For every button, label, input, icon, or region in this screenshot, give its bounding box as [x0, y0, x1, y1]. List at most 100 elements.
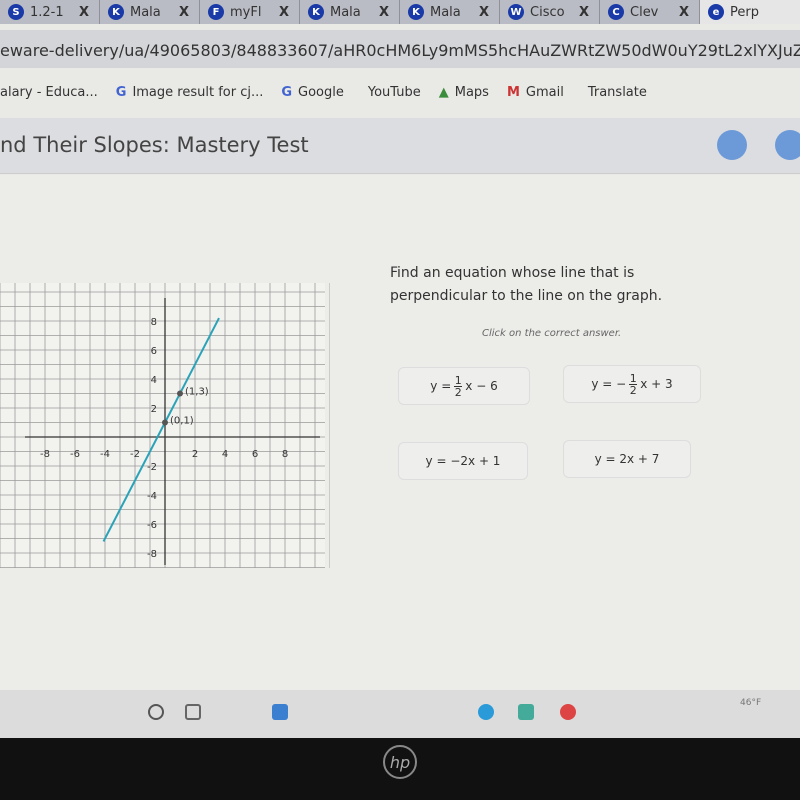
- browser-tab[interactable]: K Mala X: [300, 0, 400, 24]
- answer-option-c[interactable]: y = −2x + 1: [398, 442, 528, 480]
- close-tab-icon[interactable]: X: [679, 5, 689, 20]
- task-view-icon[interactable]: [185, 704, 201, 720]
- tab-favicon-icon: K: [308, 4, 324, 20]
- tab-favicon-icon: F: [208, 4, 224, 20]
- tab-favicon-icon: W: [508, 4, 524, 20]
- eq-prefix: y = −: [591, 377, 627, 391]
- answer-option-b[interactable]: y = − 12 x + 3: [563, 365, 701, 403]
- bookmark-item[interactable]: M Gmail: [507, 85, 564, 100]
- x-tick-label: 4: [222, 449, 228, 460]
- browser-tab[interactable]: C Clev X: [600, 0, 700, 24]
- answer-option-a[interactable]: y = 12 x − 6: [398, 367, 530, 405]
- bookmark-item[interactable]: G Google: [281, 85, 344, 100]
- tab-label: Mala: [330, 4, 361, 20]
- answer-option-d[interactable]: y = 2x + 7: [563, 440, 691, 478]
- question-text: Find an equation whose line that is perp…: [390, 265, 663, 304]
- bookmark-label: Image result for cj...: [132, 84, 264, 100]
- y-tick-label: 8: [151, 317, 157, 328]
- page-title: nd Their Slopes: Mastery Test: [0, 133, 309, 157]
- nav-button[interactable]: [717, 130, 747, 160]
- data-point: [162, 419, 168, 426]
- denominator: 2: [629, 383, 637, 397]
- eq-text: y = 2x + 7: [594, 452, 660, 466]
- nav-button[interactable]: [775, 130, 800, 160]
- tab-label: Cisco: [530, 4, 565, 20]
- data-point: [177, 390, 183, 397]
- app-icon[interactable]: [518, 704, 534, 720]
- y-tick-label: 6: [151, 346, 157, 357]
- bookmark-item[interactable]: G Image result for cj...: [116, 85, 264, 100]
- browser-tab[interactable]: W Cisco X: [500, 0, 600, 24]
- url-text: eware-delivery/ua/49065803/848833607/aHR…: [0, 41, 800, 60]
- search-icon[interactable]: [148, 704, 164, 720]
- app-icon[interactable]: [272, 704, 288, 720]
- point-label: (0,1): [170, 416, 194, 427]
- weather-temperature: 46°F: [740, 698, 762, 708]
- denominator: 2: [454, 385, 462, 399]
- fraction: 12: [454, 373, 463, 399]
- browser-tab[interactable]: FmyFl X: [200, 0, 300, 24]
- y-tick-label: 2: [151, 404, 157, 415]
- google-icon: G: [115, 84, 127, 100]
- point-label: (1,3): [185, 387, 209, 398]
- eq-text: y = −2x + 1: [425, 454, 501, 468]
- tab-label: 1.2-1: [30, 4, 64, 20]
- close-tab-icon[interactable]: X: [279, 5, 289, 20]
- y-tick-label: -2: [147, 462, 157, 473]
- screen: S 1.2-1 X K Mala X FmyFl X K Mala X K Mala X W Cisco X C C…: [0, 0, 800, 738]
- tab-favicon-icon: S: [8, 4, 24, 20]
- eq-suffix: x + 3: [640, 377, 673, 391]
- x-tick-label: -2: [130, 449, 140, 460]
- bookmark-label: alary - Educa...: [0, 84, 98, 100]
- tab-label: myFl: [230, 4, 262, 20]
- close-tab-icon[interactable]: X: [579, 5, 589, 20]
- browser-tab[interactable]: K Mala X: [100, 0, 200, 24]
- bookmark-item[interactable]: alary - Educa...: [0, 85, 98, 100]
- tab-favicon-icon: e: [708, 4, 724, 20]
- numerator: 1: [454, 373, 462, 387]
- numerator: 1: [629, 371, 637, 385]
- tab-favicon-icon: K: [108, 4, 124, 20]
- fraction: 12: [629, 371, 638, 397]
- tab-favicon-icon: C: [608, 4, 624, 20]
- x-tick-label: -6: [70, 449, 80, 460]
- taskbar: 46°F: [0, 690, 800, 738]
- gmail-icon: M: [506, 84, 520, 100]
- y-tick-label: -4: [147, 491, 157, 502]
- close-tab-icon[interactable]: X: [479, 5, 489, 20]
- browser-tab[interactable]: S 1.2-1 X: [0, 0, 100, 24]
- close-tab-icon[interactable]: X: [179, 5, 189, 20]
- x-tick-label: -8: [40, 449, 50, 460]
- close-tab-icon[interactable]: X: [79, 5, 89, 20]
- tab-label: Mala: [130, 4, 161, 20]
- close-tab-icon[interactable]: X: [379, 5, 389, 20]
- eq-suffix: x − 6: [465, 379, 498, 393]
- tab-label: Perp: [730, 4, 759, 20]
- address-bar[interactable]: eware-delivery/ua/49065803/848833607/aHR…: [0, 30, 800, 68]
- browser-tab[interactable]: e Perp: [700, 0, 800, 24]
- y-tick-label: -6: [147, 520, 157, 531]
- x-tick-label: 2: [192, 449, 198, 460]
- eq-prefix: y =: [430, 379, 452, 393]
- bookmark-label: Gmail: [525, 84, 564, 100]
- tab-label: Mala: [430, 4, 461, 20]
- x-tick-label: 8: [282, 449, 288, 460]
- bookmark-label: YouTube: [367, 84, 421, 100]
- chrome-icon[interactable]: [560, 704, 576, 720]
- bookmark-label: Translate: [587, 84, 647, 100]
- browser-tab[interactable]: K Mala X: [400, 0, 500, 24]
- tab-favicon-icon: K: [408, 4, 424, 20]
- google-icon: G: [281, 84, 293, 100]
- bookmark-item[interactable]: YouTube: [362, 85, 421, 100]
- bookmark-label: Maps: [454, 84, 489, 100]
- bookmark-item[interactable]: Translate: [582, 85, 647, 100]
- instruction-text: Click on the correct answer.: [482, 328, 622, 339]
- tab-bar: S 1.2-1 X K Mala X FmyFl X K Mala X K Mala X W Cisco X C C…: [0, 0, 800, 24]
- bookmark-item[interactable]: ▲ Maps: [439, 85, 489, 100]
- x-tick-label: -4: [100, 449, 110, 460]
- bookmark-label: Google: [298, 84, 344, 100]
- page-header: nd Their Slopes: Mastery Test: [0, 118, 800, 174]
- edge-icon[interactable]: [478, 704, 494, 720]
- bookmarks-bar: alary - Educa... G Image result for cj... G…: [0, 78, 800, 106]
- hp-logo: hp: [383, 745, 417, 779]
